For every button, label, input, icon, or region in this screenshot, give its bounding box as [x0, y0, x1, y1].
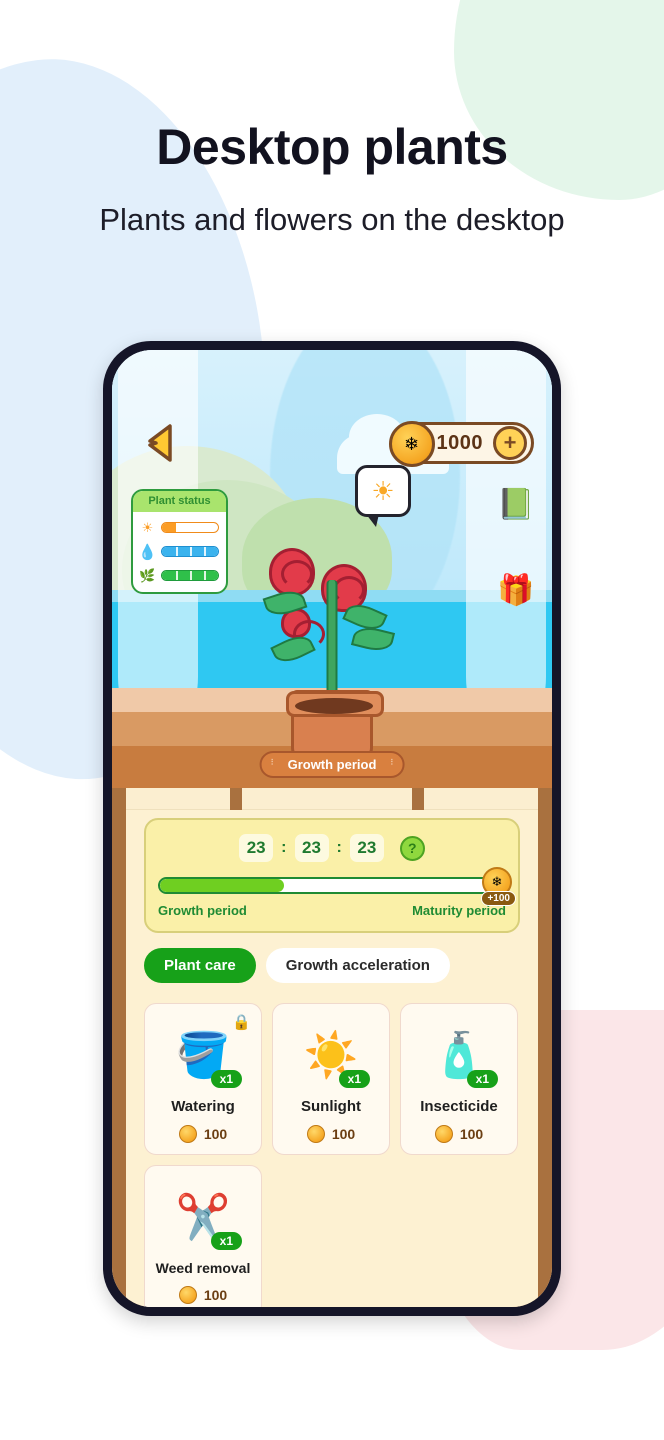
watering-can-icon: 🪣 x1	[168, 1026, 242, 1088]
item-price-value: 100	[203, 1126, 228, 1142]
coin-icon	[178, 1286, 197, 1304]
sun-icon: ☀️ x1	[296, 1026, 370, 1088]
tasks-icon[interactable]: 📗	[494, 482, 538, 526]
tab-dots-left: ⋮	[268, 759, 276, 766]
plant-status-panel: Plant status ☀ 💧 🌿	[131, 489, 228, 594]
leaf-3	[350, 623, 396, 655]
coin-icon	[434, 1125, 453, 1143]
plant-illustration	[247, 530, 417, 760]
item-quantity: x1	[210, 1232, 242, 1250]
page-title: Desktop plants	[156, 119, 508, 175]
item-name: Weed removal	[155, 1260, 251, 1276]
pot-rim	[286, 691, 384, 717]
item-price-value: 100	[331, 1126, 356, 1142]
progress-labels: Growth period Maturity period	[158, 903, 506, 918]
water-drop-icon: 💧	[138, 543, 157, 561]
progress-track	[158, 877, 506, 894]
gift-icon[interactable]: 🎁	[494, 568, 538, 612]
sun-bubble-button[interactable]: ☀	[355, 465, 411, 527]
timer-seconds: 23	[349, 834, 384, 862]
shears-icon: ✂️ x1	[168, 1188, 242, 1250]
spray-bottle-icon: 🧴 x1	[424, 1026, 498, 1088]
sun-icon: ☀	[371, 476, 395, 506]
growth-progress: ❄ +100	[158, 867, 516, 906]
tab-dots-right: ⋮	[388, 759, 396, 766]
bottom-panel: 23 : 23 : 23 ? ❄ +100 Growth period Matu…	[112, 788, 552, 1307]
plant-status-title: Plant status	[133, 491, 226, 512]
item-name: Watering	[171, 1098, 235, 1115]
countdown-timer: 23 : 23 : 23 ?	[158, 834, 506, 862]
status-bar-sun	[161, 522, 219, 533]
status-row-water: 💧	[138, 543, 219, 561]
page-subtitle: Plants and flowers on the desktop	[99, 202, 565, 237]
flower-pot	[286, 690, 384, 760]
item-card-watering[interactable]: 🔒 🪣 x1 Watering 100	[144, 1003, 262, 1155]
status-bar-water	[161, 546, 219, 557]
item-price: 100	[178, 1125, 228, 1143]
timer-hours: 23	[239, 834, 274, 862]
progress-label-left: Growth period	[158, 903, 247, 918]
page-root: Desktop plants Plants and flowers on the…	[0, 0, 664, 1440]
timer-colon-1: :	[281, 839, 287, 856]
item-card-weed-removal[interactable]: ✂️ x1 Weed removal 100	[144, 1165, 262, 1307]
item-name: Sunlight	[301, 1098, 361, 1115]
pot-soil	[295, 698, 373, 714]
growth-period-tab: ⋮ Growth period ⋮	[259, 751, 405, 778]
item-price: 100	[178, 1286, 228, 1304]
side-icon-rail: 📗 🎁	[494, 482, 538, 612]
item-card-insecticide[interactable]: 🧴 x1 Insecticide 100	[400, 1003, 518, 1155]
game-scene: ❄ 1000 + Plant status ☀ 💧 🌿 ☀ 📗 🎁 ⋮ Grow…	[112, 350, 552, 788]
item-card-sunlight[interactable]: ☀️ x1 Sunlight 100	[272, 1003, 390, 1155]
status-row-leaf: 🌿	[139, 567, 219, 583]
panel-inner: 23 : 23 : 23 ? ❄ +100 Growth period Matu…	[126, 788, 538, 1307]
coin-counter[interactable]: ❄ 1000 +	[388, 421, 534, 467]
plant-stem	[326, 580, 338, 698]
item-price-value: 100	[459, 1126, 484, 1142]
item-price: 100	[434, 1125, 484, 1143]
item-quantity: x1	[338, 1070, 370, 1088]
coin-icon	[306, 1125, 325, 1143]
plant-status-bars: ☀ 💧 🌿	[133, 512, 226, 592]
leaf-icon: 🌿	[139, 567, 156, 583]
sun-icon: ☀	[141, 519, 154, 535]
status-bar-leaf	[161, 570, 219, 581]
timer-colon-2: :	[336, 839, 342, 856]
phone-mockup: ❄ 1000 + Plant status ☀ 💧 🌿 ☀ 📗 🎁 ⋮ Grow…	[103, 341, 561, 1316]
tab-growth-acceleration[interactable]: Growth acceleration	[265, 948, 450, 983]
item-name: Insecticide	[420, 1098, 498, 1115]
panel-tabs: Plant care Growth acceleration	[144, 948, 450, 983]
coin-icon	[178, 1125, 197, 1143]
shelf-strip	[126, 788, 538, 810]
phone-screen: ❄ 1000 + Plant status ☀ 💧 🌿 ☀ 📗 🎁 ⋮ Grow…	[112, 350, 552, 1307]
item-quantity: x1	[210, 1070, 242, 1088]
tab-plant-care[interactable]: Plant care	[144, 948, 256, 983]
add-coins-button[interactable]: +	[493, 426, 527, 460]
item-quantity: x1	[466, 1070, 498, 1088]
growth-period-tab-label: Growth period	[287, 757, 377, 772]
rose-left	[269, 548, 315, 596]
status-row-sun: ☀	[140, 520, 219, 535]
item-grid: 🔒 🪣 x1 Watering 100 ☀️ x1 Sunlight 100 🧴…	[144, 1003, 520, 1307]
back-arrow-icon[interactable]	[144, 423, 178, 463]
coin-icon: ❄	[388, 421, 435, 467]
growth-timer-card: 23 : 23 : 23 ? ❄ +100 Growth period Matu…	[144, 818, 520, 933]
item-price: 100	[306, 1125, 356, 1143]
timer-minutes: 23	[294, 834, 329, 862]
item-price-value: 100	[203, 1287, 228, 1303]
header: Desktop plants Plants and flowers on the…	[0, 0, 664, 238]
reward-badge: +100	[481, 891, 516, 906]
help-icon[interactable]: ?	[399, 835, 425, 861]
progress-fill	[160, 879, 284, 892]
